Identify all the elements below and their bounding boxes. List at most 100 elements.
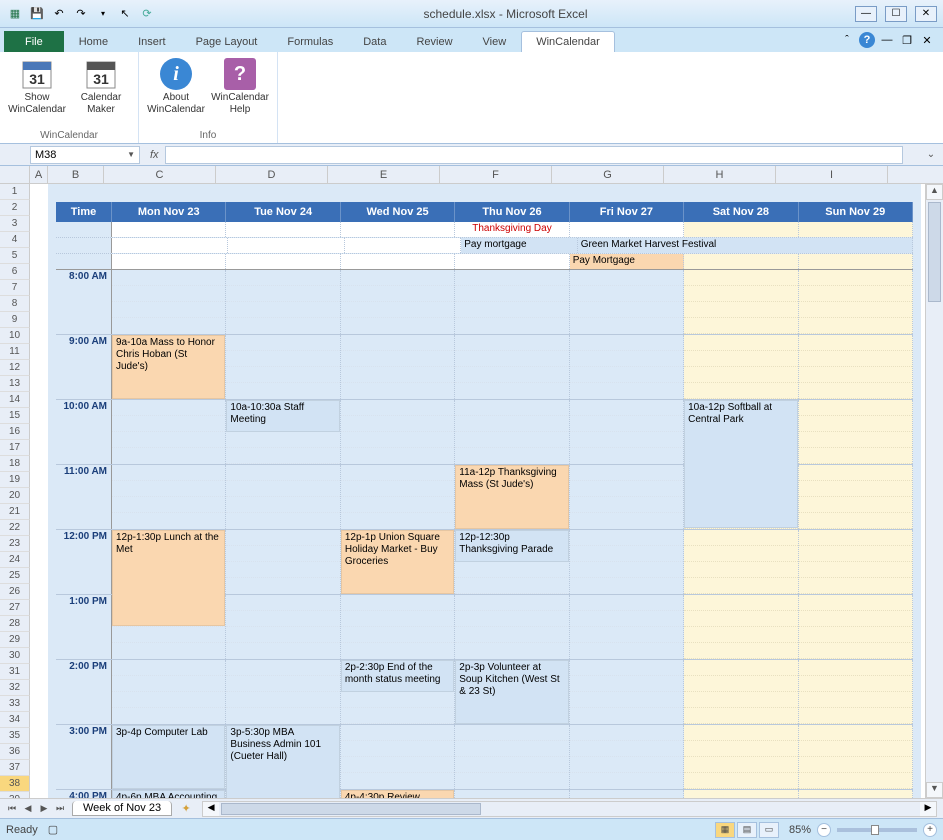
name-box[interactable]: M38 ▼ [30, 146, 140, 164]
time-slot[interactable] [455, 790, 569, 798]
time-slot[interactable] [684, 790, 798, 798]
row-header[interactable]: 27 [0, 600, 30, 616]
time-slot[interactable] [570, 530, 684, 594]
calendar-event[interactable]: 12p-1p Union Square Holiday Market - Buy… [341, 530, 454, 594]
allday-cell[interactable] [341, 254, 455, 269]
horizontal-scrollbar[interactable]: ◀ ▶ [202, 801, 937, 817]
prev-sheet-icon[interactable]: ◀ [20, 801, 36, 817]
calendar-event[interactable]: 11a-12p Thanksgiving Mass (St Jude's) [455, 465, 568, 529]
time-slot[interactable]: 2p-2:30p End of the month status meeting [341, 660, 455, 724]
time-slot[interactable] [341, 270, 455, 334]
row-header[interactable]: 37 [0, 760, 30, 776]
time-slot[interactable] [341, 400, 455, 464]
tab-formulas[interactable]: Formulas [272, 31, 348, 52]
time-slot[interactable] [226, 270, 340, 334]
time-slot[interactable] [684, 595, 798, 659]
time-slot[interactable] [226, 595, 340, 659]
normal-view-button[interactable]: ▦ [715, 822, 735, 838]
time-slot[interactable] [112, 465, 226, 529]
row-header[interactable]: 30 [0, 648, 30, 664]
allday-cell[interactable] [684, 254, 798, 269]
page-break-view-button[interactable]: ▭ [759, 822, 779, 838]
allday-cell[interactable] [226, 254, 340, 269]
time-slot[interactable] [341, 595, 455, 659]
row-header[interactable]: 34 [0, 712, 30, 728]
row-header[interactable]: 20 [0, 488, 30, 504]
allday-cell[interactable] [455, 254, 569, 269]
close-button[interactable]: ✕ [915, 6, 937, 22]
undo-icon[interactable]: ↶ [50, 5, 68, 23]
vertical-scrollbar[interactable]: ▲ ▼ [925, 184, 943, 798]
workbook-restore-icon[interactable]: ❐ [899, 32, 915, 48]
time-slot[interactable] [684, 270, 798, 334]
row-header[interactable]: 36 [0, 744, 30, 760]
allday-cell[interactable] [112, 222, 226, 237]
column-header[interactable]: C [104, 166, 216, 183]
row-header[interactable]: 5 [0, 248, 30, 264]
column-header[interactable]: G [552, 166, 664, 183]
row-header[interactable]: 29 [0, 632, 30, 648]
time-slot[interactable] [570, 725, 684, 789]
column-header[interactable]: D [216, 166, 328, 183]
wincalendar-help-button[interactable]: ? WinCalendar Help [211, 56, 269, 128]
tab-page-layout[interactable]: Page Layout [181, 31, 273, 52]
time-slot[interactable] [226, 465, 340, 529]
row-header[interactable]: 13 [0, 376, 30, 392]
row-header[interactable]: 4 [0, 232, 30, 248]
scroll-left-icon[interactable]: ◀ [203, 802, 219, 816]
time-slot[interactable] [455, 270, 569, 334]
time-slot[interactable]: 2p-3p Volunteer at Soup Kitchen (West St… [455, 660, 569, 724]
time-slot[interactable] [684, 530, 798, 594]
chevron-down-icon[interactable]: ▼ [127, 150, 135, 159]
workbook-minimize-icon[interactable]: — [879, 32, 895, 48]
time-slot[interactable]: 3p-5:30p MBA Business Admin 101 (Cueter … [226, 725, 340, 789]
time-slot[interactable] [570, 465, 684, 529]
about-wincalendar-button[interactable]: i About WinCalendar [147, 56, 205, 128]
time-slot[interactable] [455, 595, 569, 659]
row-header[interactable]: 24 [0, 552, 30, 568]
tab-data[interactable]: Data [348, 31, 401, 52]
qat-more-icon[interactable]: ▾ [94, 5, 112, 23]
row-header[interactable]: 18 [0, 456, 30, 472]
time-slot[interactable] [112, 270, 226, 334]
last-sheet-icon[interactable]: ⏭ [52, 801, 68, 817]
time-slot[interactable] [455, 400, 569, 464]
calendar-event[interactable]: 3p-4p Computer Lab [112, 725, 225, 789]
row-header[interactable]: 28 [0, 616, 30, 632]
row-header[interactable]: 33 [0, 696, 30, 712]
next-sheet-icon[interactable]: ▶ [36, 801, 52, 817]
time-slot[interactable] [799, 530, 913, 594]
row-header[interactable]: 11 [0, 344, 30, 360]
time-slot[interactable] [799, 335, 913, 399]
calendar-event[interactable]: 4p-6p MBA Accounting 101 (Room 14B) [112, 790, 225, 798]
scroll-right-icon[interactable]: ▶ [920, 802, 936, 816]
time-slot[interactable] [799, 595, 913, 659]
tab-file[interactable]: File [4, 31, 64, 52]
calendar-event[interactable]: 3p-5:30p MBA Business Admin 101 (Cueter … [226, 725, 339, 798]
row-header[interactable]: 2 [0, 200, 30, 216]
row-header[interactable]: 19 [0, 472, 30, 488]
time-slot[interactable] [799, 725, 913, 789]
row-header[interactable]: 31 [0, 664, 30, 680]
column-header[interactable]: A [30, 166, 48, 183]
scroll-thumb[interactable] [928, 202, 941, 302]
time-slot[interactable]: 4p-4:30p Review Thanksgiving grocery [341, 790, 455, 798]
allday-cell[interactable] [345, 238, 461, 253]
row-header[interactable]: 8 [0, 296, 30, 312]
minimize-button[interactable]: — [855, 6, 877, 22]
ribbon-minimize-icon[interactable]: ˆ [839, 32, 855, 48]
page-layout-view-button[interactable]: ▤ [737, 822, 757, 838]
row-header[interactable]: 17 [0, 440, 30, 456]
time-slot[interactable]: 10a-12p Softball at Central Park [684, 400, 798, 464]
time-slot[interactable] [799, 465, 913, 529]
zoom-out-button[interactable]: − [817, 823, 831, 837]
time-slot[interactable] [341, 465, 455, 529]
column-header[interactable]: E [328, 166, 440, 183]
save-icon[interactable]: 💾 [28, 5, 46, 23]
allday-cell[interactable] [570, 222, 684, 237]
column-header[interactable]: I [776, 166, 888, 183]
tab-insert[interactable]: Insert [123, 31, 181, 52]
time-slot[interactable] [455, 725, 569, 789]
time-slot[interactable] [455, 335, 569, 399]
new-sheet-icon[interactable]: ✦ [176, 801, 196, 817]
